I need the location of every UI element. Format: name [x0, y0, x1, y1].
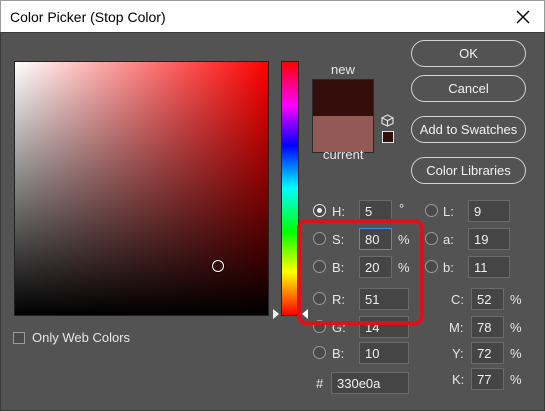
hue-label: H: — [332, 204, 345, 219]
saturation-brightness-field[interactable] — [14, 61, 269, 316]
lab-l-label: L: — [443, 204, 454, 219]
hue-radio[interactable] — [313, 204, 326, 217]
lab-a-radio[interactable] — [425, 232, 438, 245]
new-label: new — [331, 62, 355, 77]
magenta-field[interactable]: 78 — [471, 316, 504, 338]
yellow-field[interactable]: 72 — [471, 342, 504, 364]
close-icon — [516, 10, 530, 24]
cube-icon[interactable] — [381, 114, 394, 127]
blue-radio[interactable] — [313, 346, 326, 359]
only-web-colors-checkbox[interactable] — [13, 332, 25, 344]
black-label: K: — [452, 372, 465, 387]
lab-b-field[interactable]: 11 — [468, 256, 510, 278]
yellow-label: Y: — [452, 346, 464, 361]
magenta-label: M: — [449, 320, 464, 335]
cyan-label: C: — [451, 292, 464, 307]
hue-slider-handle-left[interactable] — [273, 309, 279, 319]
blue-label: B: — [332, 346, 345, 361]
window-title: Color Picker (Stop Color) — [10, 9, 166, 25]
cyan-unit: % — [510, 292, 522, 307]
title-bar: Color Picker (Stop Color) — [0, 0, 545, 32]
cyan-field[interactable]: 52 — [471, 288, 504, 310]
cancel-button[interactable]: Cancel — [411, 75, 526, 102]
lab-b-label: b: — [443, 260, 454, 275]
new-color-swatch — [313, 80, 373, 116]
black-field[interactable]: 77 — [471, 368, 504, 390]
add-to-swatches-button[interactable]: Add to Swatches — [411, 116, 526, 143]
lab-l-radio[interactable] — [425, 204, 438, 217]
close-button[interactable] — [508, 4, 538, 30]
color-cursor[interactable] — [212, 260, 224, 272]
black-unit: % — [510, 372, 522, 387]
hsb-highlight-annotation — [297, 219, 424, 325]
hex-label: # — [316, 376, 324, 391]
lab-l-field[interactable]: 9 — [468, 200, 510, 222]
hue-unit: ° — [399, 201, 405, 216]
blue-field[interactable]: 10 — [359, 342, 409, 364]
yellow-unit: % — [510, 346, 522, 361]
lab-a-label: a: — [443, 232, 454, 247]
color-libraries-button[interactable]: Color Libraries — [411, 157, 526, 184]
magenta-unit: % — [510, 320, 522, 335]
ok-button[interactable]: OK — [411, 40, 526, 67]
lab-a-field[interactable]: 19 — [468, 228, 510, 250]
color-picker-dialog: new current OK Cancel Add to Swatches Co… — [0, 32, 545, 411]
lab-b-radio[interactable] — [425, 260, 438, 273]
current-label: current — [323, 147, 364, 162]
hex-field[interactable]: 330e0a — [331, 372, 409, 394]
gamut-swatch-icon[interactable] — [382, 131, 394, 143]
only-web-colors-label: Only Web Colors — [32, 330, 131, 345]
